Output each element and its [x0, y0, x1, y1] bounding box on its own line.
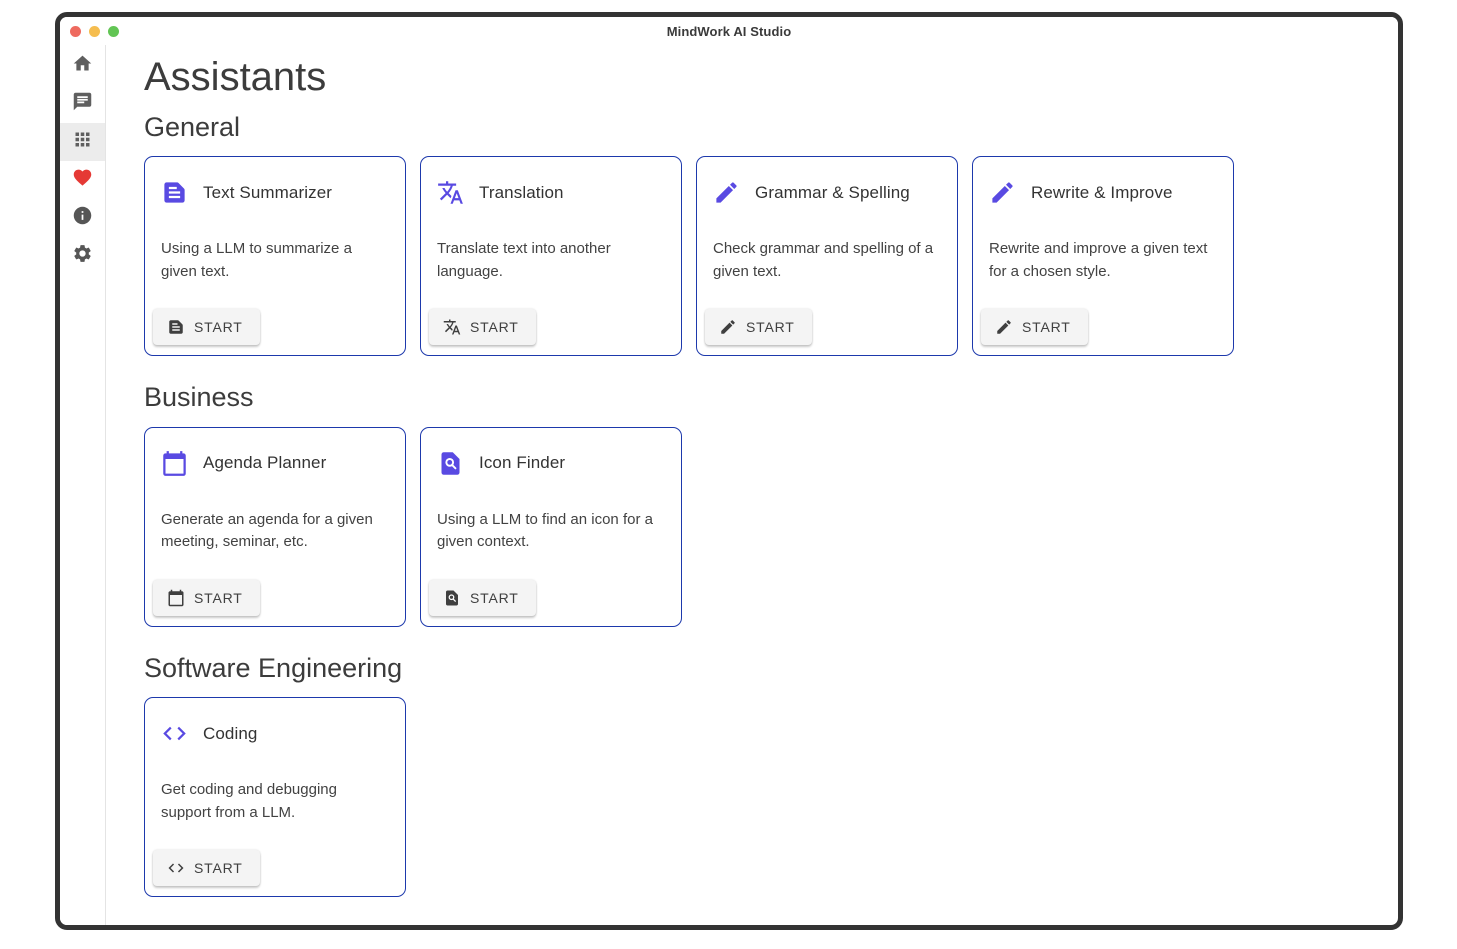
- document-search-icon: [443, 589, 461, 607]
- sidebar-item-about[interactable]: [60, 199, 105, 237]
- sidebar-item-chats[interactable]: [60, 85, 105, 123]
- start-button-label: START: [194, 590, 243, 606]
- card-title: Grammar & Spelling: [755, 183, 910, 203]
- calendar-icon: [167, 589, 185, 607]
- start-button-label: START: [470, 590, 519, 606]
- edit-pencil-icon: [995, 318, 1013, 336]
- card-description: Using a LLM to summarize a given text.: [161, 238, 389, 283]
- card-agenda-planner: Agenda Planner Generate an agenda for a g…: [144, 427, 406, 627]
- text-snippet-icon: [161, 179, 188, 206]
- card-header: Icon Finder: [437, 450, 665, 477]
- titlebar: MindWork AI Studio: [60, 17, 1398, 45]
- card-header: Translation: [437, 179, 665, 206]
- section-title-software-engineering: Software Engineering: [144, 652, 1378, 684]
- window-title: MindWork AI Studio: [667, 24, 792, 39]
- edit-pencil-icon: [989, 179, 1016, 206]
- page-title: Assistants: [144, 53, 1378, 101]
- sidebar-item-supporters[interactable]: [60, 161, 105, 199]
- card-row-business: Agenda Planner Generate an agenda for a g…: [144, 427, 1378, 627]
- close-button[interactable]: [70, 26, 81, 37]
- calendar-icon: [161, 450, 188, 477]
- heart-icon: [72, 167, 93, 193]
- start-button-label: START: [194, 860, 243, 876]
- sidebar: [60, 45, 106, 925]
- card-description: Generate an agenda for a given meeting, …: [161, 509, 389, 554]
- card-translation: Translation Translate text into another l…: [420, 156, 682, 356]
- edit-pencil-icon: [719, 318, 737, 336]
- start-button-translation[interactable]: START: [429, 309, 536, 345]
- home-icon: [72, 53, 93, 79]
- main-layout: Assistants General Text Summarizer Using a…: [60, 45, 1398, 925]
- info-icon: [72, 205, 93, 231]
- content-area: Assistants General Text Summarizer Using a…: [106, 45, 1398, 925]
- sections: General Text Summarizer Using a LLM to sum…: [144, 111, 1378, 897]
- card-text-summarizer: Text Summarizer Using a LLM to summarize …: [144, 156, 406, 356]
- card-title: Rewrite & Improve: [1031, 183, 1173, 203]
- code-icon: [161, 720, 188, 747]
- card-header: Text Summarizer: [161, 179, 389, 206]
- apps-grid-icon: [72, 129, 93, 155]
- start-button-label: START: [470, 319, 519, 335]
- card-header: Agenda Planner: [161, 450, 389, 477]
- start-button-label: START: [1022, 319, 1071, 335]
- card-coding: Coding Get coding and debugging support f…: [144, 697, 406, 897]
- translate-icon: [443, 318, 461, 336]
- card-header: Rewrite & Improve: [989, 179, 1217, 206]
- card-row-software-engineering: Coding Get coding and debugging support f…: [144, 697, 1378, 897]
- gear-icon: [72, 243, 93, 269]
- card-title: Agenda Planner: [203, 453, 326, 473]
- start-button-label: START: [194, 319, 243, 335]
- card-description: Check grammar and spelling of a given te…: [713, 238, 941, 283]
- start-button-icon-finder[interactable]: START: [429, 580, 536, 616]
- card-header: Coding: [161, 720, 389, 747]
- card-grammar-spelling: Grammar & Spelling Check grammar and spel…: [696, 156, 958, 356]
- document-search-icon: [437, 450, 464, 477]
- edit-pencil-icon: [713, 179, 740, 206]
- sidebar-item-assistants[interactable]: [60, 123, 105, 161]
- start-button-text-summarizer[interactable]: START: [153, 309, 260, 345]
- start-button-grammar-spelling[interactable]: START: [705, 309, 812, 345]
- app-window: MindWork AI Studio Assistants General Tex…: [55, 12, 1403, 930]
- card-title: Coding: [203, 724, 257, 744]
- start-button-label: START: [746, 319, 795, 335]
- start-button-coding[interactable]: START: [153, 850, 260, 886]
- card-row-general: Text Summarizer Using a LLM to summarize …: [144, 156, 1378, 356]
- traffic-lights: [70, 17, 119, 45]
- card-title: Icon Finder: [479, 453, 565, 473]
- section-title-general: General: [144, 111, 1378, 143]
- chat-icon: [72, 91, 93, 117]
- minimize-button[interactable]: [89, 26, 100, 37]
- card-title: Translation: [479, 183, 564, 203]
- sidebar-item-settings[interactable]: [60, 237, 105, 275]
- card-icon-finder: Icon Finder Using a LLM to find an icon f…: [420, 427, 682, 627]
- zoom-button[interactable]: [108, 26, 119, 37]
- card-description: Using a LLM to find an icon for a given …: [437, 509, 665, 554]
- section-title-business: Business: [144, 381, 1378, 413]
- text-snippet-icon: [167, 318, 185, 336]
- card-rewrite-improve: Rewrite & Improve Rewrite and improve a g…: [972, 156, 1234, 356]
- start-button-rewrite-improve[interactable]: START: [981, 309, 1088, 345]
- translate-icon: [437, 179, 464, 206]
- card-title: Text Summarizer: [203, 183, 332, 203]
- card-description: Get coding and debugging support from a …: [161, 779, 389, 824]
- card-description: Rewrite and improve a given text for a c…: [989, 238, 1217, 283]
- code-icon: [167, 859, 185, 877]
- sidebar-item-home[interactable]: [60, 47, 105, 85]
- start-button-agenda-planner[interactable]: START: [153, 580, 260, 616]
- card-header: Grammar & Spelling: [713, 179, 941, 206]
- card-description: Translate text into another language.: [437, 238, 665, 283]
